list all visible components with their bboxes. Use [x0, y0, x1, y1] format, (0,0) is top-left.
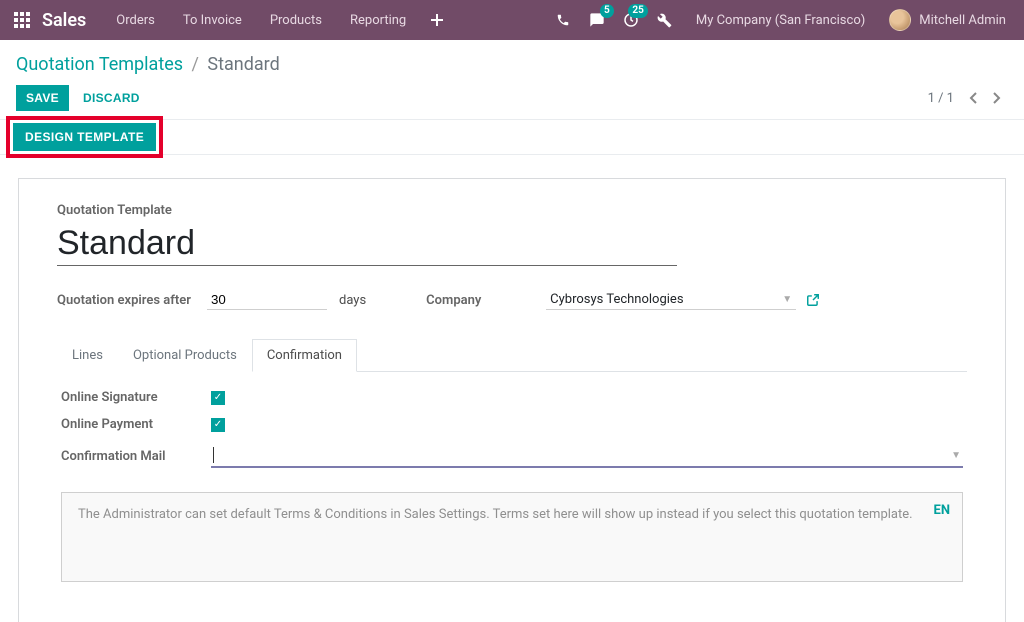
pager-text[interactable]: 1 / 1 — [928, 91, 954, 106]
breadcrumb-root[interactable]: Quotation Templates — [16, 54, 183, 75]
form-sheet: Quotation Template Quotation expires aft… — [18, 178, 1006, 622]
tab-optional-products[interactable]: Optional Products — [118, 339, 252, 372]
navbar-right: 5 25 My Company (San Francisco) Mitchell… — [546, 0, 1016, 40]
breadcrumb: Quotation Templates / Standard — [16, 54, 1008, 75]
app-brand[interactable]: Sales — [36, 10, 102, 31]
company-label: Company — [426, 293, 546, 308]
form-scroll-area[interactable]: Quotation Template Quotation expires aft… — [0, 166, 1024, 622]
online-payment-label: Online Payment — [61, 417, 211, 432]
navbar-left: Sales Orders To Invoice Products Reporti… — [8, 0, 454, 40]
discard-button[interactable]: DISCARD — [73, 85, 150, 111]
title-label: Quotation Template — [57, 203, 967, 218]
pager-next-icon[interactable] — [986, 87, 1008, 109]
expires-input[interactable] — [207, 290, 327, 310]
nav-orders[interactable]: Orders — [102, 0, 169, 40]
messaging-icon[interactable]: 5 — [580, 0, 614, 40]
tabset: Lines Optional Products Confirmation — [57, 338, 967, 372]
tab-lines[interactable]: Lines — [57, 339, 118, 372]
company-field: Company Cybrosys Technologies ▼ — [426, 290, 967, 310]
tab-confirmation[interactable]: Confirmation — [252, 339, 357, 372]
expires-suffix: days — [327, 293, 366, 308]
template-name-input[interactable] — [57, 222, 677, 266]
company-switcher[interactable]: My Company (San Francisco) — [682, 0, 879, 40]
activities-icon[interactable]: 25 — [614, 0, 648, 40]
new-icon[interactable] — [420, 0, 454, 40]
user-name: Mitchell Admin — [919, 13, 1006, 28]
statusbar: DESIGN TEMPLATE — [0, 119, 1024, 155]
company-select[interactable]: Cybrosys Technologies ▼ — [546, 290, 796, 310]
pager-prev-icon[interactable] — [962, 87, 984, 109]
external-link-icon[interactable] — [806, 293, 820, 307]
pager: 1 / 1 — [928, 87, 1008, 109]
terms-textarea[interactable]: The Administrator can set default Terms … — [61, 492, 963, 582]
tab-confirmation-pane: Online Signature ✓ Online Payment ✓ Conf… — [57, 372, 967, 600]
actions-row: SAVE DISCARD 1 / 1 — [16, 85, 1008, 111]
nav-to-invoice[interactable]: To Invoice — [169, 0, 256, 40]
expires-label: Quotation expires after — [57, 293, 207, 308]
chevron-down-icon: ▼ — [951, 450, 961, 461]
apps-menu-icon[interactable] — [8, 0, 36, 40]
expires-field: Quotation expires after days — [57, 290, 366, 310]
confirmation-mail-select[interactable]: ▼ — [211, 444, 963, 468]
debug-icon[interactable] — [648, 0, 682, 40]
messages-badge: 5 — [600, 4, 614, 18]
avatar — [889, 9, 911, 31]
online-signature-label: Online Signature — [61, 390, 211, 405]
breadcrumb-current: Standard — [207, 54, 279, 75]
top-navbar: Sales Orders To Invoice Products Reporti… — [0, 0, 1024, 40]
design-template-button[interactable]: DESIGN TEMPLATE — [13, 123, 156, 151]
control-panel: Quotation Templates / Standard SAVE DISC… — [0, 40, 1024, 119]
confirmation-mail-label: Confirmation Mail — [61, 449, 211, 464]
nav-products[interactable]: Products — [256, 0, 336, 40]
online-payment-checkbox[interactable]: ✓ — [211, 418, 225, 432]
chevron-down-icon: ▼ — [782, 294, 792, 305]
nav-reporting[interactable]: Reporting — [336, 0, 420, 40]
highlight-annotation: DESIGN TEMPLATE — [6, 116, 163, 158]
user-menu[interactable]: Mitchell Admin — [879, 0, 1016, 40]
language-button[interactable]: EN — [934, 503, 951, 518]
save-button[interactable]: SAVE — [16, 85, 69, 111]
company-value: Cybrosys Technologies — [550, 292, 683, 307]
phone-icon[interactable] — [546, 0, 580, 40]
text-cursor — [213, 447, 214, 463]
online-signature-checkbox[interactable]: ✓ — [211, 391, 225, 405]
activities-badge: 25 — [628, 4, 647, 18]
breadcrumb-separator: / — [188, 54, 203, 75]
terms-placeholder: The Administrator can set default Terms … — [78, 507, 913, 522]
